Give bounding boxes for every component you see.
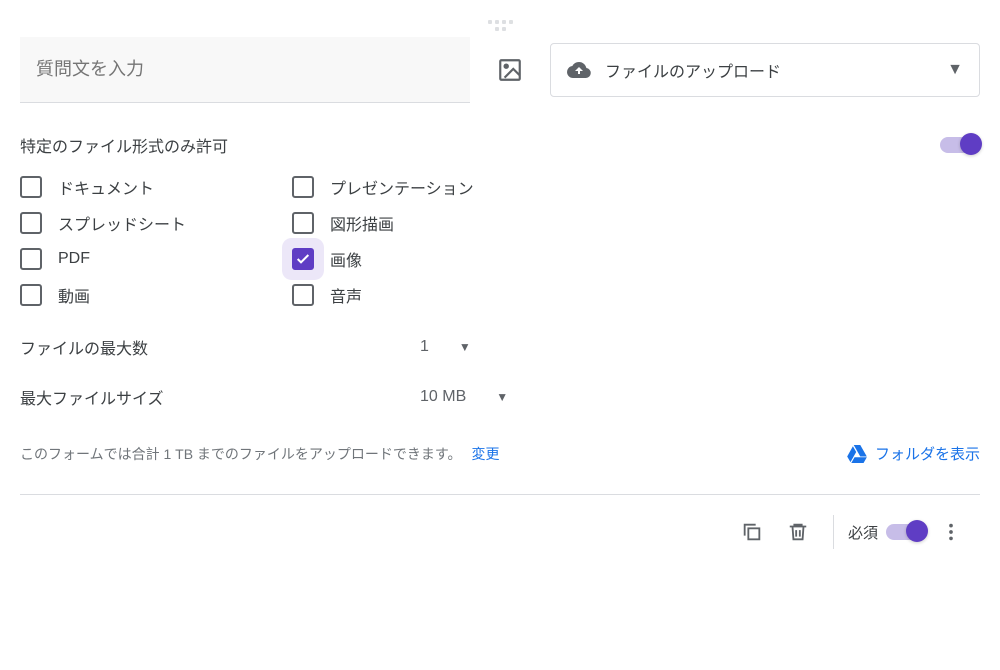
more-vert-icon — [940, 521, 962, 543]
file-type-label: 画像 — [330, 247, 362, 271]
question-type-label: ファイルのアップロード — [605, 58, 947, 82]
checkbox-icon — [292, 212, 314, 234]
view-folder-label: フォルダを表示 — [875, 443, 980, 464]
file-type-label: スプレッドシート — [58, 211, 186, 235]
file-type-checkbox[interactable]: 画像 — [292, 247, 552, 271]
file-type-label: PDF — [58, 250, 90, 268]
required-label: 必須 — [848, 522, 878, 543]
more-options-button[interactable] — [930, 511, 972, 553]
max-size-value: 10 MB — [420, 388, 466, 406]
file-type-checkbox[interactable]: 動画 — [20, 283, 280, 307]
caret-down-icon: ▼ — [496, 390, 508, 404]
file-type-label: プレゼンテーション — [330, 175, 474, 199]
view-folder-link[interactable]: フォルダを表示 — [847, 443, 980, 464]
file-type-checkbox[interactable]: 図形描画 — [292, 211, 552, 235]
max-size-select[interactable]: 10 MB ▼ — [420, 388, 508, 406]
checkbox-icon — [292, 248, 314, 270]
file-type-checkbox[interactable]: 音声 — [292, 283, 552, 307]
caret-down-icon: ▼ — [459, 340, 471, 354]
checkbox-icon — [20, 212, 42, 234]
copy-icon — [741, 521, 763, 543]
file-type-checkbox[interactable]: ドキュメント — [20, 175, 280, 199]
drag-handle[interactable] — [486, 20, 514, 31]
file-type-label: 図形描画 — [330, 211, 394, 235]
checkbox-icon — [20, 176, 42, 198]
max-size-label: 最大ファイルサイズ — [20, 385, 220, 409]
change-storage-link[interactable]: 変更 — [472, 444, 500, 464]
question-title-input[interactable] — [20, 37, 470, 103]
allow-specific-toggle[interactable] — [940, 137, 980, 153]
divider — [833, 515, 834, 549]
file-type-label: 音声 — [330, 283, 362, 307]
checkbox-icon — [20, 284, 42, 306]
max-files-label: ファイルの最大数 — [20, 335, 220, 359]
checkbox-icon — [292, 176, 314, 198]
file-type-label: 動画 — [58, 283, 90, 307]
checkbox-icon — [292, 284, 314, 306]
required-toggle[interactable] — [886, 524, 926, 540]
file-type-label: ドキュメント — [58, 175, 154, 199]
cloud-upload-icon — [567, 58, 591, 82]
drive-icon — [847, 445, 867, 463]
file-type-checkbox[interactable]: プレゼンテーション — [292, 175, 552, 199]
file-type-checkbox[interactable]: スプレッドシート — [20, 211, 280, 235]
caret-down-icon: ▼ — [947, 61, 963, 79]
trash-icon — [787, 521, 809, 543]
delete-button[interactable] — [777, 511, 819, 553]
file-type-grid: ドキュメント プレゼンテーションスプレッドシート 図形描画 PDF 画像動画 音声 — [20, 175, 980, 307]
max-files-value: 1 — [420, 338, 429, 356]
image-icon — [497, 57, 523, 83]
duplicate-button[interactable] — [731, 511, 773, 553]
max-files-select[interactable]: 1 ▼ — [420, 338, 471, 356]
question-type-selector[interactable]: ファイルのアップロード ▼ — [550, 43, 980, 97]
add-image-button[interactable] — [486, 46, 534, 94]
storage-info-text: このフォームでは合計 1 TB までのファイルをアップロードできます。 — [20, 444, 462, 464]
allow-specific-label: 特定のファイル形式のみ許可 — [20, 133, 940, 157]
checkbox-icon — [20, 248, 42, 270]
file-type-checkbox[interactable]: PDF — [20, 247, 280, 271]
